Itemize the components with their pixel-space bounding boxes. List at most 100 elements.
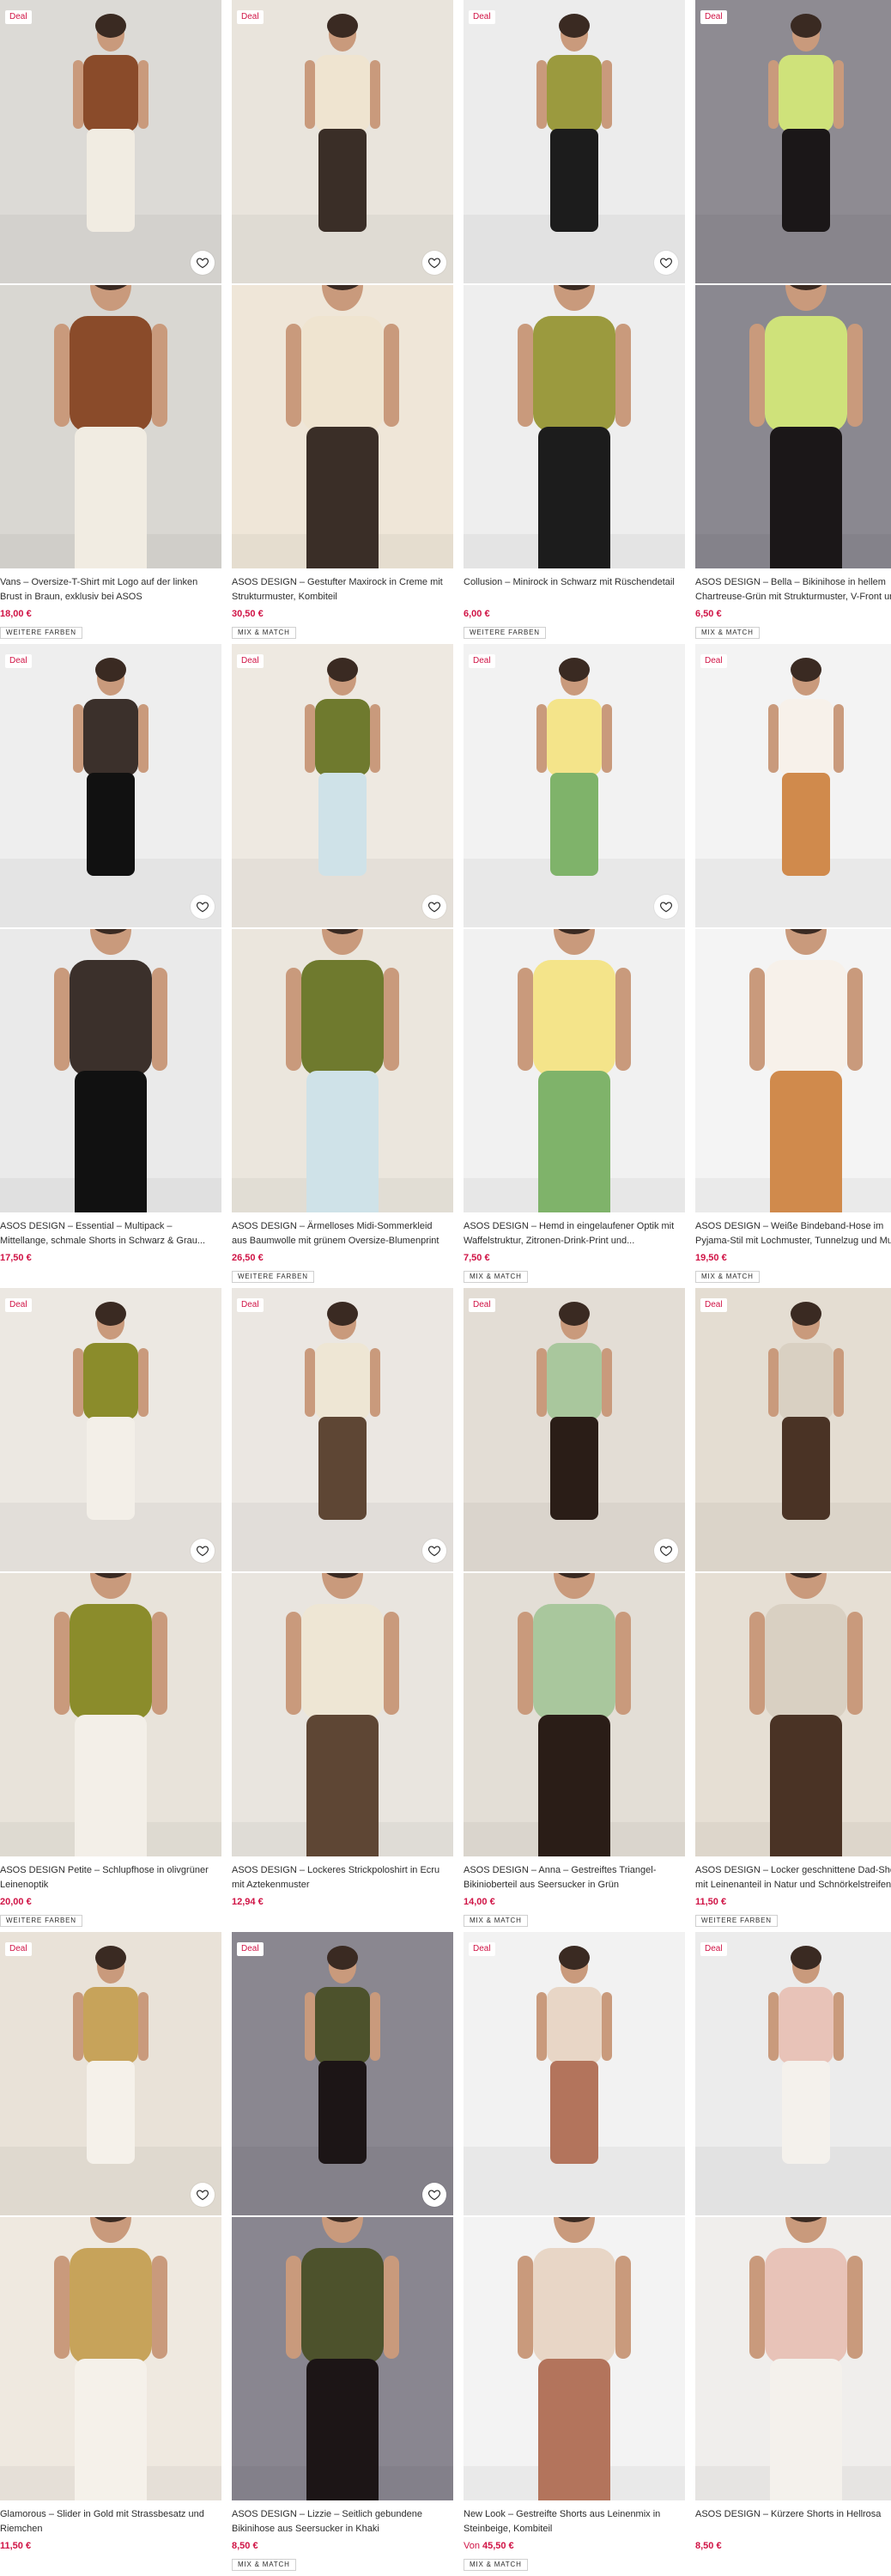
- product-image-alt[interactable]: [464, 1573, 685, 1856]
- product-image-alt[interactable]: [464, 2217, 685, 2500]
- product-image-alt[interactable]: [232, 929, 453, 1212]
- price-value: 26,50 €: [232, 1253, 264, 1263]
- product-title[interactable]: ASOS DESIGN – Lockeres Strickpoloshirt i…: [232, 1863, 448, 1893]
- heart-icon[interactable]: [191, 251, 215, 275]
- product-image-alt[interactable]: [0, 929, 221, 1212]
- product-image-alt[interactable]: [0, 285, 221, 568]
- product-card[interactable]: Deal ASOS DESIGN – Bella – Bikinihose in …: [695, 0, 891, 644]
- product-card[interactable]: Deal ASOS DESIGN – Locker geschnittene Da…: [695, 1288, 891, 1932]
- product-card[interactable]: Deal ASOS DESIGN – Ärmelloses Midi-Sommer…: [232, 644, 453, 1288]
- product-image-alt[interactable]: [0, 2217, 221, 2500]
- product-title[interactable]: ASOS DESIGN – Hemd in eingelaufener Opti…: [464, 1219, 680, 1249]
- product-image[interactable]: Deal: [0, 1932, 221, 2215]
- product-image-alt[interactable]: [695, 1573, 891, 1856]
- product-title[interactable]: ASOS DESIGN – Kürzere Shorts in Hellrosa: [695, 2507, 891, 2537]
- product-image[interactable]: Deal: [695, 0, 891, 283]
- product-price: 17,50 €: [0, 1252, 32, 1264]
- product-image[interactable]: Deal: [232, 644, 453, 927]
- product-card[interactable]: Deal Vans – Oversize-T-Shirt mit Logo auf…: [0, 0, 221, 644]
- product-card[interactable]: Deal New Look – Gestreifte Shorts aus Lei…: [464, 1932, 685, 2576]
- product-tag[interactable]: WEITERE FARBEN: [0, 627, 82, 639]
- product-image-alt[interactable]: [695, 2217, 891, 2500]
- product-image[interactable]: Deal: [464, 0, 685, 283]
- product-title[interactable]: Collusion – Minirock in Schwarz mit Rüsc…: [464, 575, 680, 605]
- product-title[interactable]: ASOS DESIGN – Weiße Bindeband-Hose im Py…: [695, 1219, 891, 1249]
- price-value: 19,50 €: [695, 1253, 727, 1263]
- product-image[interactable]: Deal: [695, 644, 891, 927]
- deal-badge: Deal: [469, 654, 495, 668]
- product-title[interactable]: ASOS DESIGN – Locker geschnittene Dad-Sh…: [695, 1863, 891, 1893]
- product-title[interactable]: ASOS DESIGN – Anna – Gestreiftes Triange…: [464, 1863, 680, 1893]
- product-image-alt[interactable]: [232, 1573, 453, 1856]
- product-image-alt[interactable]: [464, 285, 685, 568]
- product-image-alt[interactable]: [695, 285, 891, 568]
- product-image-alt[interactable]: [232, 285, 453, 568]
- product-image[interactable]: Deal: [464, 1932, 685, 2215]
- product-card[interactable]: Deal ASOS DESIGN – Kürzere Shorts in Hell…: [695, 1932, 891, 2576]
- product-card[interactable]: Deal ASOS DESIGN – Lizzie – Seitlich gebu…: [232, 1932, 453, 2576]
- product-tag[interactable]: WEITERE FARBEN: [695, 1915, 778, 1927]
- product-card[interactable]: Deal ASOS DESIGN – Anna – Gestreiftes Tri…: [464, 1288, 685, 1932]
- product-price: 7,50 €: [464, 1252, 490, 1264]
- product-image[interactable]: Deal: [695, 1932, 891, 2215]
- heart-icon[interactable]: [654, 895, 678, 919]
- product-price: 30,50 €: [232, 608, 264, 620]
- product-image[interactable]: Deal: [232, 0, 453, 283]
- product-card[interactable]: Deal ASOS DESIGN – Weiße Bindeband-Hose i…: [695, 644, 891, 1288]
- heart-icon[interactable]: [191, 1539, 215, 1563]
- heart-icon[interactable]: [191, 895, 215, 919]
- product-title[interactable]: ASOS DESIGN Petite – Schlupfhose in oliv…: [0, 1863, 216, 1893]
- product-image[interactable]: Deal: [0, 644, 221, 927]
- price-value: 30,50 €: [232, 609, 264, 619]
- product-tag[interactable]: WEITERE FARBEN: [0, 1915, 82, 1927]
- product-title[interactable]: ASOS DESIGN – Lizzie – Seitlich gebunden…: [232, 2507, 448, 2537]
- product-title[interactable]: ASOS DESIGN – Essential – Multipack – Mi…: [0, 1219, 216, 1249]
- product-tag[interactable]: MIX & MATCH: [464, 1915, 528, 1927]
- heart-icon[interactable]: [422, 895, 446, 919]
- product-image[interactable]: Deal: [695, 1288, 891, 1571]
- heart-icon[interactable]: [422, 1539, 446, 1563]
- heart-icon[interactable]: [654, 1539, 678, 1563]
- product-card[interactable]: Deal Collusion – Minirock in Schwarz mit …: [464, 0, 685, 644]
- product-tag[interactable]: WEITERE FARBEN: [464, 627, 546, 639]
- product-image-alt[interactable]: [464, 929, 685, 1212]
- product-image[interactable]: Deal: [464, 1288, 685, 1571]
- deal-badge: Deal: [237, 1942, 264, 1956]
- product-tag[interactable]: WEITERE FARBEN: [232, 1271, 314, 1283]
- product-image[interactable]: Deal: [0, 1288, 221, 1571]
- heart-icon[interactable]: [422, 251, 446, 275]
- heart-icon[interactable]: [654, 251, 678, 275]
- product-image-alt[interactable]: [695, 929, 891, 1212]
- product-image-alt[interactable]: [0, 1573, 221, 1856]
- product-title[interactable]: ASOS DESIGN – Ärmelloses Midi-Sommerklei…: [232, 1219, 448, 1249]
- product-card[interactable]: Deal ASOS DESIGN – Gestufter Maxirock in …: [232, 0, 453, 644]
- product-tag[interactable]: MIX & MATCH: [232, 2559, 296, 2571]
- product-image[interactable]: Deal: [232, 1288, 453, 1571]
- product-tag[interactable]: MIX & MATCH: [464, 2559, 528, 2571]
- product-image[interactable]: Deal: [464, 644, 685, 927]
- product-card[interactable]: Deal ASOS DESIGN – Essential – Multipack …: [0, 644, 221, 1288]
- product-price: 6,50 €: [695, 608, 722, 620]
- product-title[interactable]: ASOS DESIGN – Gestufter Maxirock in Crem…: [232, 575, 448, 605]
- product-image[interactable]: Deal: [0, 0, 221, 283]
- product-card[interactable]: Deal ASOS DESIGN – Lockeres Strickpoloshi…: [232, 1288, 453, 1932]
- product-title[interactable]: Glamorous – Slider in Gold mit Strassbes…: [0, 2507, 216, 2537]
- product-tag[interactable]: MIX & MATCH: [464, 1271, 528, 1283]
- product-title[interactable]: ASOS DESIGN – Bella – Bikinihose in hell…: [695, 575, 891, 605]
- product-image[interactable]: Deal: [232, 1932, 453, 2215]
- product-card[interactable]: Deal Glamorous – Slider in Gold mit Stras…: [0, 1932, 221, 2576]
- product-card[interactable]: Deal ASOS DESIGN – Hemd in eingelaufener …: [464, 644, 685, 1288]
- product-title[interactable]: Vans – Oversize-T-Shirt mit Logo auf der…: [0, 575, 216, 605]
- product-price: 26,50 €: [232, 1252, 264, 1264]
- product-tag[interactable]: MIX & MATCH: [232, 627, 296, 639]
- product-card[interactable]: Deal ASOS DESIGN Petite – Schlupfhose in …: [0, 1288, 221, 1932]
- product-tag[interactable]: MIX & MATCH: [695, 1271, 760, 1283]
- product-image-alt[interactable]: [232, 2217, 453, 2500]
- price-value: 7,50 €: [464, 1253, 490, 1263]
- product-title[interactable]: New Look – Gestreifte Shorts aus Leinenm…: [464, 2507, 680, 2537]
- heart-icon[interactable]: [422, 2183, 446, 2207]
- heart-icon[interactable]: [191, 2183, 215, 2207]
- product-price: 8,50 €: [232, 2540, 258, 2552]
- product-tag[interactable]: MIX & MATCH: [695, 627, 760, 639]
- product-price: 8,50 €: [695, 2540, 722, 2552]
